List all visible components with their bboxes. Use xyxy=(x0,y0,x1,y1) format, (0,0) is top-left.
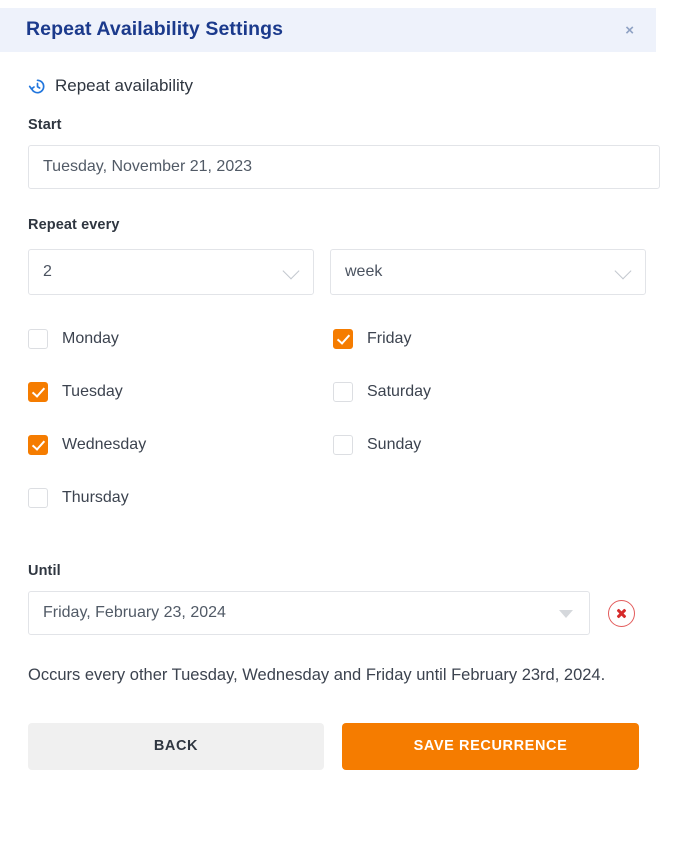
dialog-header: Repeat Availability Settings × xyxy=(0,8,656,52)
repeat-availability-dialog: Repeat Availability Settings × Repeat av… xyxy=(0,0,688,852)
checkbox-icon[interactable] xyxy=(28,329,48,349)
repeat-availability-label: Repeat availability xyxy=(55,76,193,95)
repeat-availability-row[interactable]: Repeat availability xyxy=(28,76,660,95)
dialog-footer: BACK SAVE RECURRENCE xyxy=(28,722,660,770)
until-field-group: Until Friday, February 23, 2024 xyxy=(28,563,660,635)
weekday-option-thursday[interactable]: Thursday xyxy=(28,488,333,508)
repeat-interval-select[interactable]: 2 xyxy=(28,249,314,295)
weekday-label: Thursday xyxy=(62,489,129,506)
chevron-down-icon xyxy=(614,262,632,280)
weekday-option-monday[interactable]: Monday xyxy=(28,329,333,349)
checkbox-icon[interactable] xyxy=(28,488,48,508)
until-label: Until xyxy=(28,563,61,579)
checkbox-icon[interactable] xyxy=(28,382,48,402)
weekday-label: Sunday xyxy=(367,436,422,453)
page-title: Repeat Availability Settings xyxy=(26,18,284,41)
weekday-option-sunday[interactable]: Sunday xyxy=(333,435,660,455)
repeat-every-label: Repeat every xyxy=(28,217,120,233)
weekday-label: Tuesday xyxy=(62,383,123,400)
dialog-body: Repeat availability Start Tuesday, Novem… xyxy=(0,52,688,770)
weekday-option-friday[interactable]: Friday xyxy=(333,329,660,349)
weekday-option-tuesday[interactable]: Tuesday xyxy=(28,382,333,402)
repeat-unit-value: week xyxy=(345,263,383,280)
start-date-input[interactable]: Tuesday, November 21, 2023 xyxy=(28,145,660,189)
weekday-option-wednesday[interactable]: Wednesday xyxy=(28,435,333,455)
weekday-label: Saturday xyxy=(367,383,432,400)
caret-down-icon xyxy=(559,610,573,618)
back-button[interactable]: BACK xyxy=(28,722,324,770)
until-row: Friday, February 23, 2024 xyxy=(28,591,660,635)
recurrence-summary-text: Occurs every other Tuesday, Wednesday an… xyxy=(28,666,606,684)
checkbox-icon[interactable] xyxy=(28,435,48,455)
start-field-group: Start Tuesday, November 21, 2023 xyxy=(28,117,660,189)
checkbox-icon[interactable] xyxy=(333,382,353,402)
chevron-down-icon xyxy=(282,262,300,280)
until-date-input[interactable]: Friday, February 23, 2024 xyxy=(28,591,590,635)
weekday-option-saturday[interactable]: Saturday xyxy=(333,382,660,402)
checkbox-icon[interactable] xyxy=(333,329,353,349)
clear-circle-x-icon[interactable] xyxy=(608,599,635,627)
weekday-checkbox-grid: Monday Friday Tuesday Saturday Wednesday… xyxy=(28,329,660,541)
start-label: Start xyxy=(28,117,62,133)
repeat-every-group: Repeat every 2 week xyxy=(28,217,660,295)
repeat-clock-icon xyxy=(28,77,47,96)
repeat-interval-value: 2 xyxy=(43,263,52,280)
repeat-every-selects: 2 week xyxy=(28,249,660,295)
weekday-label: Monday xyxy=(62,330,119,347)
checkbox-icon[interactable] xyxy=(333,435,353,455)
weekday-label: Wednesday xyxy=(62,436,147,453)
close-icon[interactable]: × xyxy=(621,21,638,40)
repeat-unit-select[interactable]: week xyxy=(330,249,646,295)
until-date-value: Friday, February 23, 2024 xyxy=(43,604,226,621)
weekday-label: Friday xyxy=(367,330,412,347)
save-recurrence-button[interactable]: SAVE RECURRENCE xyxy=(342,722,639,770)
